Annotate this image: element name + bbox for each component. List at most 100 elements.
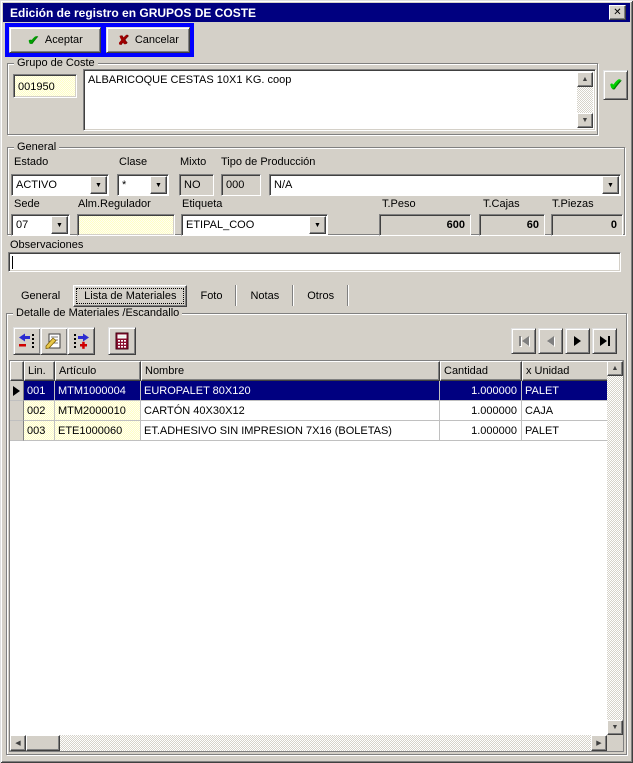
x-icon: ✘ — [117, 32, 129, 49]
dialog-window: Edición de registro en GRUPOS DE COSTE ✕… — [0, 0, 633, 763]
grid-hscroll-track[interactable] — [26, 735, 591, 751]
cell-nombre[interactable]: CARTÓN 40X30X12 — [141, 401, 440, 421]
grid-header: Lin. Artículo Nombre Cantidad x Unidad — [10, 361, 623, 381]
column-header-nombre[interactable]: Nombre — [141, 361, 440, 381]
estado-combo[interactable]: ACTIVO ▼ — [11, 174, 109, 196]
cell-nombre[interactable]: EUROPALET 80X120 — [141, 381, 440, 401]
next-record-button[interactable] — [565, 328, 590, 354]
indicator-column-header — [10, 361, 24, 381]
sede-value: 07 — [12, 215, 50, 235]
t-peso-label: T.Peso — [382, 198, 416, 210]
add-line-button[interactable] — [67, 327, 95, 355]
alm-regulador-value — [78, 215, 174, 219]
scroll-left-icon[interactable]: ◀ — [10, 735, 26, 751]
t-cajas-field: 60 — [479, 214, 545, 236]
mixto-field: NO — [179, 174, 214, 196]
cell-unidad[interactable]: PALET — [522, 381, 609, 401]
tab-strip: GeneralLista de MaterialesFotoNotasOtros — [8, 283, 625, 308]
title-bar[interactable]: Edición de registro en GRUPOS DE COSTE ✕ — [3, 3, 630, 22]
row-indicator — [10, 401, 24, 421]
last-record-button[interactable] — [592, 328, 617, 354]
etiqueta-combo[interactable]: ETIPAL_COO ▼ — [181, 214, 328, 236]
chevron-down-icon[interactable]: ▼ — [309, 216, 326, 234]
clase-combo[interactable]: * ▼ — [117, 174, 169, 196]
tab-foto[interactable]: Foto — [187, 287, 235, 305]
cell-lin[interactable]: 001 — [24, 381, 55, 401]
cell-unidad[interactable]: CAJA — [522, 401, 609, 421]
column-header-articulo[interactable]: Artículo — [55, 361, 141, 381]
tab-notas[interactable]: Notas — [237, 287, 292, 305]
grid-vertical-scrollbar[interactable]: ▲ ▼ — [607, 361, 623, 735]
scroll-down-icon[interactable]: ▼ — [577, 113, 593, 128]
materials-grid: Lin. Artículo Nombre Cantidad x Unidad 0… — [9, 360, 624, 752]
scroll-up-icon[interactable]: ▲ — [607, 361, 623, 376]
remove-line-button[interactable] — [13, 327, 41, 355]
scroll-up-icon[interactable]: ▲ — [577, 72, 593, 87]
accept-button[interactable]: ✔ Aceptar — [9, 27, 101, 53]
t-peso-field: 600 — [379, 214, 471, 236]
grupo-coste-groupbox: Grupo de Coste 001950 ALBARICOQUE CESTAS… — [7, 63, 598, 135]
scroll-right-icon[interactable]: ▶ — [591, 735, 607, 751]
add-line-icon — [72, 332, 90, 350]
sede-label: Sede — [14, 198, 40, 210]
check-icon: ✔ — [27, 32, 39, 49]
grid-horizontal-scrollbar[interactable]: ◀ ▶ — [10, 735, 607, 751]
close-button[interactable]: ✕ — [609, 5, 626, 20]
cell-nombre[interactable]: ET.ADHESIVO SIN IMPRESION 7X16 (BOLETAS) — [141, 421, 440, 441]
grid-vscroll-track[interactable] — [607, 376, 623, 720]
row-indicator — [10, 381, 24, 401]
hscroll-thumb[interactable] — [26, 735, 60, 751]
grupo-coste-code: 001950 — [14, 75, 76, 93]
tab-lista-de-materiales[interactable]: Lista de Materiales — [73, 285, 187, 307]
confirm-group-button[interactable]: ✔ — [603, 70, 628, 100]
cell-articulo[interactable]: MTM1000004 — [55, 381, 141, 401]
column-header-lin[interactable]: Lin. — [24, 361, 55, 381]
scrollbar-corner — [607, 735, 623, 751]
first-record-button[interactable] — [511, 328, 536, 354]
record-navigator — [511, 328, 617, 354]
tab-separator — [347, 285, 349, 306]
table-row[interactable]: 002MTM2000010CARTÓN 40X30X121.000000CAJA — [10, 401, 623, 421]
column-header-unidad[interactable]: x Unidad — [522, 361, 609, 381]
column-header-cantidad[interactable]: Cantidad — [440, 361, 522, 381]
calculator-button[interactable] — [108, 327, 136, 355]
tipo-produccion-label: Tipo de Producción — [221, 156, 315, 168]
green-check-icon: ✔ — [608, 75, 622, 95]
memo-scroll-track[interactable] — [577, 87, 593, 113]
cell-unidad[interactable]: PALET — [522, 421, 609, 441]
sede-combo[interactable]: 07 ▼ — [11, 214, 70, 236]
etiqueta-label: Etiqueta — [182, 198, 222, 210]
chevron-down-icon[interactable]: ▼ — [90, 176, 107, 194]
chevron-down-icon[interactable]: ▼ — [602, 176, 619, 194]
etiqueta-value: ETIPAL_COO — [182, 215, 308, 235]
cell-articulo[interactable]: MTM2000010 — [55, 401, 141, 421]
grupo-coste-description-memo[interactable]: ALBARICOQUE CESTAS 10X1 KG. coop ▲ ▼ — [83, 69, 596, 131]
chevron-down-icon[interactable]: ▼ — [51, 216, 68, 234]
table-row[interactable]: 001MTM1000004EUROPALET 80X1201.000000PAL… — [10, 381, 623, 401]
cell-cantidad[interactable]: 1.000000 — [440, 381, 522, 401]
cell-lin[interactable]: 002 — [24, 401, 55, 421]
grid-rows: 001MTM1000004EUROPALET 80X1201.000000PAL… — [10, 381, 623, 441]
cell-cantidad[interactable]: 1.000000 — [440, 421, 522, 441]
memo-scrollbar[interactable]: ▲ ▼ — [577, 72, 593, 128]
cell-articulo[interactable]: ETE1000060 — [55, 421, 141, 441]
detalle-legend: Detalle de Materiales /Escandallo — [13, 307, 182, 319]
table-row[interactable]: 003ETE1000060ET.ADHESIVO SIN IMPRESION 7… — [10, 421, 623, 441]
edit-line-button[interactable] — [40, 327, 68, 355]
tab-general[interactable]: General — [8, 287, 73, 305]
grupo-coste-code-field[interactable]: 001950 — [13, 74, 77, 98]
tipo-produccion-code: 000 — [222, 175, 260, 191]
chevron-down-icon[interactable]: ▼ — [150, 176, 167, 194]
tipo-produccion-combo[interactable]: N/A ▼ — [269, 174, 621, 196]
accept-label: Aceptar — [45, 34, 83, 46]
cell-cantidad[interactable]: 1.000000 — [440, 401, 522, 421]
observaciones-input[interactable] — [8, 252, 621, 272]
clase-label: Clase — [119, 156, 147, 168]
alm-regulador-field[interactable] — [77, 214, 175, 236]
prev-record-button[interactable] — [538, 328, 563, 354]
t-cajas-label: T.Cajas — [483, 198, 520, 210]
tab-otros[interactable]: Otros — [294, 287, 347, 305]
cancel-button[interactable]: ✘ Cancelar — [106, 27, 190, 53]
cell-lin[interactable]: 003 — [24, 421, 55, 441]
scroll-down-icon[interactable]: ▼ — [607, 720, 623, 735]
